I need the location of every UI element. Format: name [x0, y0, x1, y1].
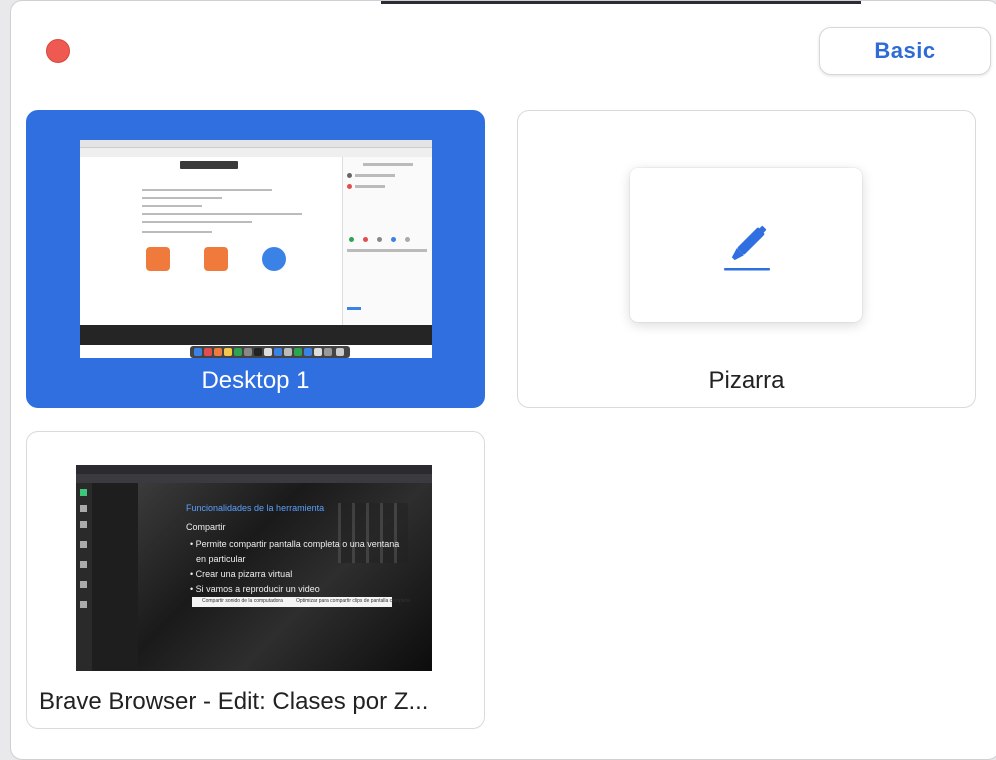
dock-app-icon: [274, 348, 282, 356]
dock-app-icon: [194, 348, 202, 356]
dock-app-icon: [324, 348, 332, 356]
close-button-icon[interactable]: [46, 39, 70, 63]
slide-bullet-text: Si vamos a reproducir un video: [195, 584, 320, 594]
thumb-title-box: [180, 161, 238, 169]
thumb-tool-button: [80, 505, 87, 512]
brave-preview-thumbnail: Funcionalidades de la herramienta Compar…: [76, 465, 432, 671]
share-option-desktop-1[interactable]: Desktop 1: [26, 110, 485, 408]
thumb-browser-tabs: [76, 465, 432, 474]
thumb-side-dot: [391, 237, 396, 242]
share-option-label: Pizarra: [708, 367, 785, 394]
thumb-side-dot: [377, 237, 382, 242]
dock-app-icon: [214, 348, 222, 356]
thumb-side-dot: [405, 237, 410, 242]
dock-app-icon: [294, 348, 302, 356]
slide-bullet: • Crear una pizarra virtual: [190, 569, 293, 579]
thumb-side-row: [355, 185, 385, 188]
thumb-tool-button: [80, 521, 87, 528]
thumb-tool-button: [80, 489, 87, 496]
thumb-share-options-bar: Compartir sonido de la computadora Optim…: [192, 597, 410, 607]
dock-app-icon: [254, 348, 262, 356]
thumb-meeting-controls: [80, 325, 432, 345]
thumb-side-row: [347, 307, 361, 310]
thumb-checkbox-label: Optimizar para compartir clips de pantal…: [296, 598, 410, 604]
share-option-whiteboard[interactable]: Pizarra: [517, 110, 976, 408]
slide-bullet-text: Permite compartir pantalla completa o un…: [195, 539, 400, 549]
slide-bullet: en particular: [196, 554, 246, 564]
thumb-line: [142, 197, 222, 199]
share-option-label: Brave Browser - Edit: Clases por Z...: [39, 688, 429, 715]
whiteboard-preview: [630, 168, 862, 322]
thumb-side-dot: [347, 173, 352, 178]
dock-app-icon: [204, 348, 212, 356]
thumb-tool-button: [80, 561, 87, 568]
thumb-invite-tile: [262, 247, 286, 271]
dock-app-icon: [234, 348, 242, 356]
thumb-side-row: [355, 174, 395, 177]
thumb-browser-urlbar: [76, 474, 432, 483]
thumb-side-dot: [347, 184, 352, 189]
thumb-tool-button: [80, 581, 87, 588]
thumb-toolbar: [80, 148, 432, 157]
share-option-brave-browser[interactable]: Funcionalidades de la herramienta Compar…: [26, 431, 485, 729]
slide-bullet-text: Crear una pizarra virtual: [195, 569, 293, 579]
thumb-tool-button: [80, 541, 87, 548]
thumb-audio-tile: [146, 247, 170, 271]
thumb-meeting-info: [80, 157, 342, 325]
slide-bullet: • Permite compartir pantalla completa o …: [190, 539, 400, 549]
thumb-side-dot: [363, 237, 368, 242]
dock-app-icon: [336, 348, 344, 356]
slide-bullet: • Si vamos a reproducir un video: [190, 584, 320, 594]
thumb-participants-panel: [342, 157, 432, 325]
thumb-line: [142, 221, 252, 223]
thumb-dock: [190, 346, 350, 358]
pen-marker-icon: [724, 225, 770, 271]
basic-mode-button[interactable]: Basic: [819, 27, 991, 75]
thumb-checkbox-label: Compartir sonido de la computadora: [202, 598, 283, 604]
thumb-side-dot: [349, 237, 354, 242]
dock-app-icon: [284, 348, 292, 356]
thumb-line: [142, 189, 272, 191]
dock-app-icon: [244, 348, 252, 356]
thumb-share-tile: [204, 247, 228, 271]
thumb-tool-button: [80, 601, 87, 608]
dock-app-icon: [224, 348, 232, 356]
desktop-preview-thumbnail: [80, 140, 432, 358]
thumb-tool-column: [76, 483, 92, 671]
window-top-edge: [381, 1, 861, 4]
thumb-menubar: [80, 140, 432, 148]
share-screen-window: Basic Desktop 1 Pizarra Funcionalidades …: [10, 0, 996, 760]
thumb-slide-window-image: [338, 503, 408, 563]
thumb-line: [142, 231, 212, 233]
slide-heading: Compartir: [186, 522, 226, 532]
slide-title: Funcionalidades de la herramienta: [186, 503, 325, 513]
thumb-side-row: [363, 163, 413, 166]
dock-app-icon: [304, 348, 312, 356]
dock-app-icon: [264, 348, 272, 356]
share-option-label: Desktop 1: [201, 367, 310, 394]
thumb-line: [142, 213, 302, 215]
dock-app-icon: [314, 348, 322, 356]
thumb-line: [142, 205, 202, 207]
thumb-side-row: [347, 249, 427, 252]
